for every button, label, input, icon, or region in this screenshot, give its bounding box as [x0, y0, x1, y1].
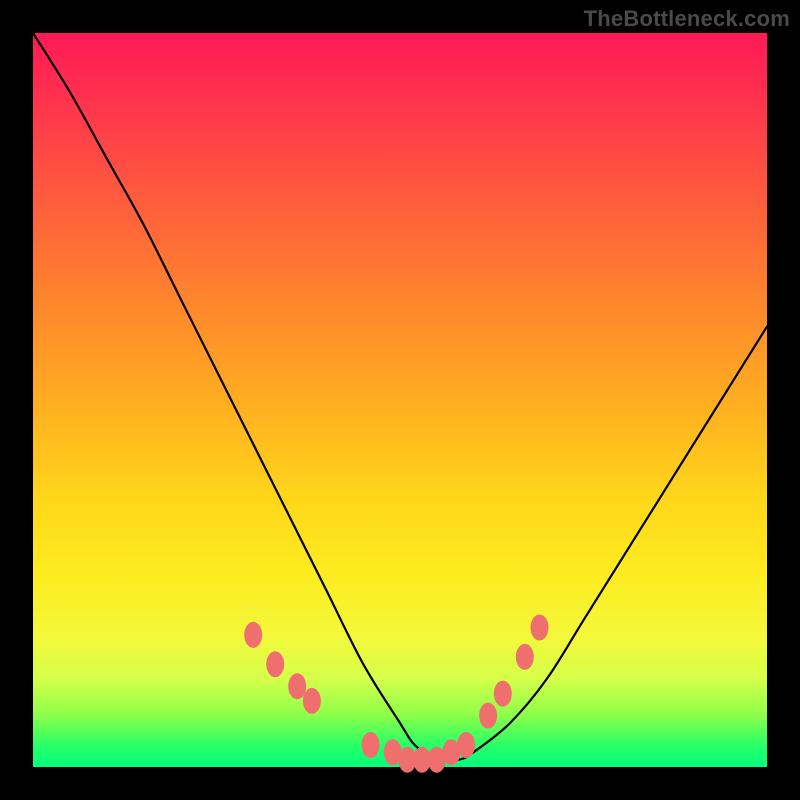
highlight-markers [244, 615, 548, 773]
curve-overlay [33, 33, 767, 767]
highlight-marker [516, 644, 534, 670]
highlight-marker [244, 622, 262, 648]
highlight-marker [457, 732, 475, 758]
highlight-marker [303, 688, 321, 714]
bottleneck-curve [33, 33, 767, 761]
highlight-marker [362, 732, 380, 758]
highlight-marker [266, 651, 284, 677]
plot-area [33, 33, 767, 767]
highlight-marker [531, 615, 549, 641]
highlight-marker [479, 703, 497, 729]
highlight-marker [288, 673, 306, 699]
watermark-text: TheBottleneck.com [584, 6, 790, 32]
highlight-marker [494, 681, 512, 707]
chart-frame: TheBottleneck.com [0, 0, 800, 800]
